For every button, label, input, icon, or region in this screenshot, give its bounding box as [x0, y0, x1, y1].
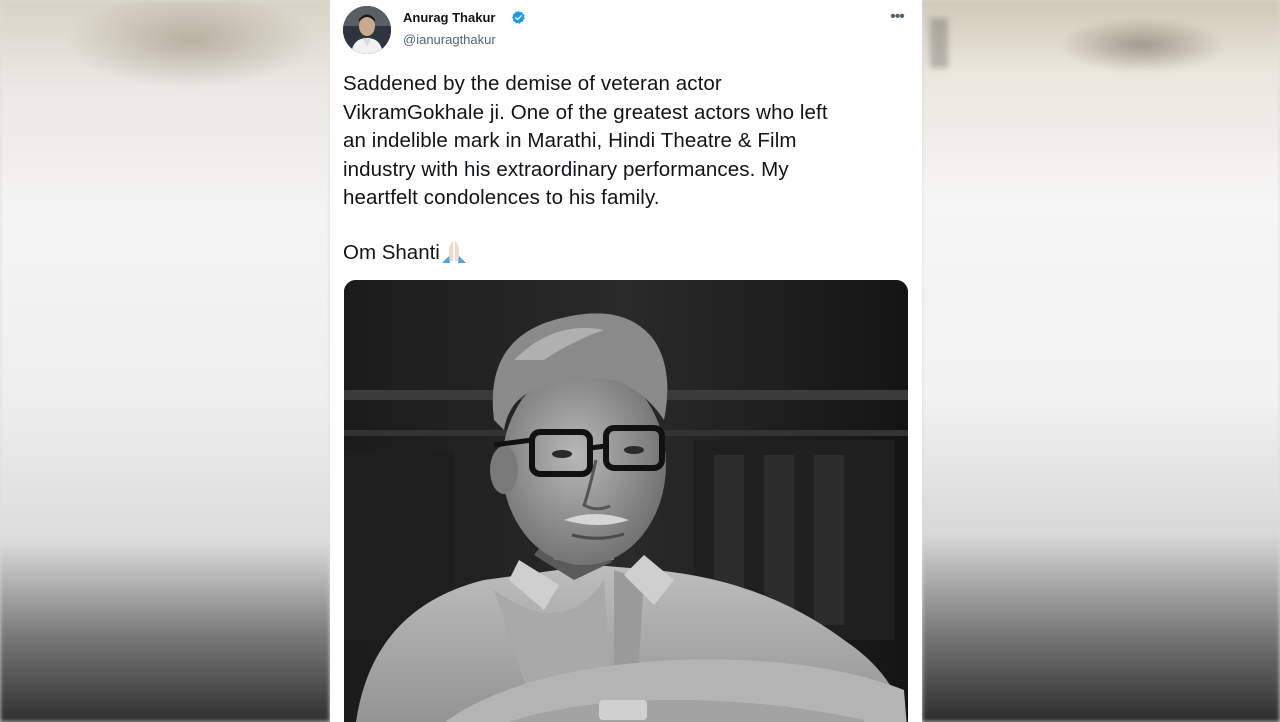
- tweet-text-line: an indelible mark in Marathi, Hindi Thea…: [343, 129, 797, 152]
- tweet-photo[interactable]: [344, 280, 908, 722]
- verified-badge-icon: [511, 10, 526, 25]
- tweet-header: Anurag Thakur @ianuragthakur •••: [343, 6, 913, 54]
- avatar[interactable]: [343, 6, 391, 54]
- tweet-text-line: VikramGokhale ji. One of the greatest ac…: [343, 100, 828, 124]
- tweet-text: Saddened by the demise of veteran actor …: [343, 70, 903, 213]
- tweet-text-line: heartfelt condolences to his family.: [343, 186, 660, 209]
- author-name[interactable]: Anurag Thakur: [403, 10, 495, 25]
- signoff-text: Om Shanti: [343, 241, 440, 264]
- blurred-background-left: [0, 0, 330, 722]
- author-handle[interactable]: @ianuragthakur: [403, 32, 496, 47]
- blurred-background-right: [922, 0, 1280, 722]
- tweet-card: Anurag Thakur @ianuragthakur ••• Saddene…: [330, 0, 922, 722]
- tweet-text-line: Saddened by the demise of veteran actor: [343, 72, 722, 95]
- background-detail: [930, 18, 948, 68]
- tweet-text-line: industry with his extraordinary performa…: [343, 157, 789, 181]
- folded-hands-icon: [440, 239, 468, 263]
- more-options-icon[interactable]: •••: [887, 9, 907, 25]
- screenshot-stage: Anurag Thakur @ianuragthakur ••• Saddene…: [0, 0, 1280, 722]
- tweet-signoff: Om Shanti: [343, 239, 468, 267]
